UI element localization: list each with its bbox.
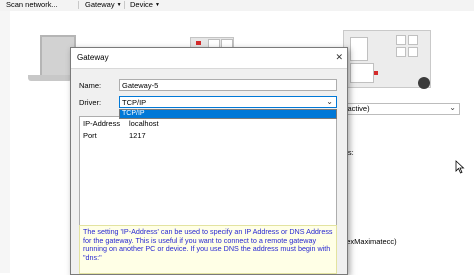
name-label: Name: <box>79 81 102 90</box>
property-value[interactable]: localhost <box>129 119 159 128</box>
device-knob-icon <box>418 77 430 89</box>
device-menu-button[interactable]: Device ▼ <box>130 0 160 10</box>
device-led-icon <box>196 41 201 45</box>
driver-option[interactable]: TCP/IP <box>120 110 336 118</box>
close-icon[interactable]: ✕ <box>335 52 343 63</box>
caret-down-icon: ▼ <box>116 2 122 8</box>
help-text: The setting 'IP-Address' can be used to … <box>83 227 333 262</box>
caret-down-icon: ▼ <box>154 2 160 8</box>
background-select[interactable]: (active) ⌄ <box>340 103 460 115</box>
toolbar-separator <box>78 1 79 9</box>
device-panel-icon <box>396 35 406 45</box>
property-row[interactable]: Port 1217 <box>83 131 333 141</box>
background-label: l (exMaximatecc) <box>340 237 397 246</box>
property-key: IP-Address <box>83 119 121 128</box>
device-panel-icon <box>396 47 406 57</box>
scan-network-button[interactable]: Scan network... <box>6 0 58 10</box>
mouse-cursor-icon <box>455 160 465 174</box>
chevron-down-icon: ⌄ <box>449 103 456 112</box>
gateway-menu-button[interactable]: Gateway ▼ <box>85 0 122 10</box>
gateway-dialog: Gateway ✕ Name: Gateway-5 Driver: TCP/IP… <box>70 47 348 275</box>
driver-select[interactable]: TCP/IP ⌄ <box>119 96 337 108</box>
toolbar-separator <box>124 1 125 9</box>
dialog-title-bar[interactable]: Gateway ✕ <box>71 48 347 69</box>
chevron-down-icon: ⌄ <box>326 97 333 106</box>
laptop-base-icon <box>28 75 72 81</box>
property-key: Port <box>83 131 97 140</box>
device-panel-icon <box>408 47 418 57</box>
property-value[interactable]: 1217 <box>129 131 146 140</box>
name-field[interactable]: Gateway-5 <box>119 79 337 91</box>
properties-grid: IP-Address localhost Port 1217 <box>79 116 337 226</box>
dialog-title: Gateway <box>77 53 109 62</box>
device-led-icon <box>374 71 378 75</box>
driver-label: Driver: <box>79 98 102 107</box>
driver-dropdown-list: TCP/IP <box>119 109 337 119</box>
property-row[interactable]: IP-Address localhost <box>83 119 333 129</box>
device-panel-icon <box>350 37 368 61</box>
help-text-box: The setting 'IP-Address' can be used to … <box>79 225 337 274</box>
device-panel-icon <box>408 35 418 45</box>
device-panel-icon <box>350 63 374 83</box>
